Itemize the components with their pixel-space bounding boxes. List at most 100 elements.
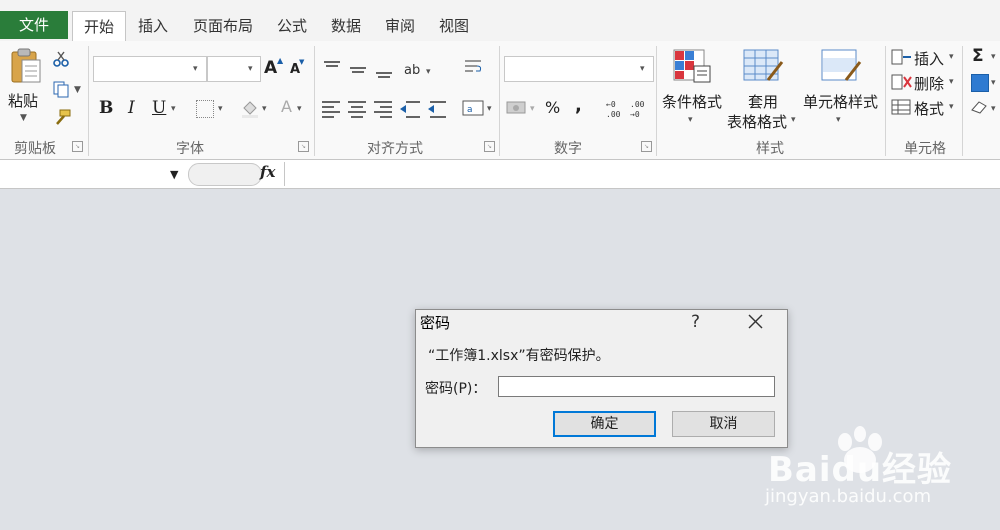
dialog-message: “工作簿1.xlsx”有密码保护。 <box>428 348 610 364</box>
shrink-font-arrow-icon: ▼ <box>299 58 305 66</box>
svg-text:←0: ←0 <box>606 100 616 109</box>
format-cells-button[interactable]: 格式 <box>914 98 944 119</box>
insert-function-button[interactable]: fx <box>260 163 275 181</box>
accounting-format-icon[interactable] <box>506 98 528 118</box>
clipboard-group-label: 剪贴板 <box>14 141 56 157</box>
paste-button[interactable]: 粘贴 <box>8 90 38 111</box>
clear-icon[interactable] <box>970 100 988 114</box>
formula-divider <box>284 162 285 186</box>
format-cells-dropdown-icon[interactable]: ▾ <box>949 102 954 112</box>
svg-text:a: a <box>467 105 473 115</box>
dialog-title: 密码 <box>420 314 451 332</box>
fill-down-icon[interactable] <box>971 74 989 92</box>
cell-styles-icon <box>820 48 862 84</box>
delete-cells-dropdown-icon[interactable]: ▾ <box>949 77 954 87</box>
format-cells-icon[interactable] <box>891 98 913 116</box>
borders-dropdown-icon[interactable]: ▾ <box>218 104 223 114</box>
font-name-dropdown-icon[interactable]: ▾ <box>193 64 198 74</box>
name-box-dropdown-icon[interactable]: ▼ <box>170 168 178 181</box>
cut-icon[interactable] <box>52 50 70 68</box>
autosum-button[interactable]: Σ <box>972 46 984 66</box>
clear-dropdown-icon[interactable]: ▾ <box>991 104 996 114</box>
copy-icon[interactable] <box>52 80 70 98</box>
copy-dropdown-icon[interactable]: ▼ <box>74 85 81 95</box>
font-group-label: 字体 <box>176 141 204 157</box>
fill-dropdown-icon[interactable]: ▾ <box>991 78 996 88</box>
delete-cells-button[interactable]: 删除 <box>914 73 944 94</box>
tab-review[interactable]: 审阅 <box>378 11 422 41</box>
tab-formulas[interactable]: 公式 <box>270 11 314 41</box>
group-separator <box>314 46 315 156</box>
clipboard-launcher-icon[interactable]: ↘ <box>72 141 83 152</box>
autosum-dropdown-icon[interactable]: ▾ <box>991 52 996 62</box>
paste-icon <box>6 46 46 86</box>
delete-cells-icon[interactable] <box>891 73 913 91</box>
paste-dropdown-icon[interactable]: ▼ <box>20 113 27 123</box>
group-separator <box>885 46 886 156</box>
tab-file[interactable]: 文件 <box>0 11 68 39</box>
font-color-dropdown-icon[interactable]: ▾ <box>297 104 302 114</box>
ok-button[interactable]: 确定 <box>553 411 656 437</box>
conditional-format-button[interactable]: 条件格式 <box>662 91 722 112</box>
bold-button[interactable]: B <box>99 98 113 118</box>
insert-cells-icon[interactable] <box>891 48 913 66</box>
baidu-watermark: Baidu经验 jingyan.baidu.com <box>760 420 995 510</box>
group-separator <box>88 46 89 156</box>
insert-cells-dropdown-icon[interactable]: ▾ <box>949 52 954 62</box>
font-launcher-icon[interactable]: ↘ <box>298 141 309 152</box>
svg-text:.00: .00 <box>630 100 645 109</box>
tab-home[interactable]: 开始 <box>72 11 126 42</box>
cell-styles-dropdown-icon[interactable]: ▾ <box>836 115 841 125</box>
group-separator <box>962 46 963 156</box>
accounting-dropdown-icon[interactable]: ▾ <box>530 104 535 114</box>
tab-insert[interactable]: 插入 <box>131 11 175 41</box>
cell-styles-button[interactable]: 单元格样式 <box>803 91 878 112</box>
horizontal-align-icons[interactable] <box>320 98 450 120</box>
styles-group-label: 样式 <box>756 141 784 157</box>
number-format-combo[interactable] <box>504 56 654 82</box>
format-as-table-label-2[interactable]: 表格格式 <box>727 111 787 132</box>
svg-text:→0: →0 <box>630 110 640 119</box>
format-as-table-icon <box>742 48 784 84</box>
fill-color-icon[interactable] <box>240 98 260 118</box>
password-input[interactable] <box>498 376 775 397</box>
alignment-group-label: 对齐方式 <box>367 141 423 157</box>
underline-button[interactable]: U <box>152 98 166 118</box>
close-icon[interactable] <box>742 310 768 334</box>
format-painter-icon[interactable] <box>52 108 72 126</box>
font-size-dropdown-icon[interactable]: ▾ <box>248 64 253 74</box>
comma-button[interactable]: , <box>575 95 582 116</box>
number-format-dropdown-icon[interactable]: ▾ <box>640 64 645 74</box>
fill-color-dropdown-icon[interactable]: ▾ <box>262 104 267 114</box>
font-color-button[interactable]: A <box>281 97 292 116</box>
wrap-text-icon[interactable] <box>462 56 484 78</box>
group-separator <box>499 46 500 156</box>
italic-button[interactable]: I <box>128 98 135 118</box>
tab-view[interactable]: 视图 <box>432 11 476 41</box>
number-group-label: 数字 <box>554 141 582 157</box>
tab-page-layout[interactable]: 页面布局 <box>186 11 260 41</box>
merge-dropdown-icon[interactable]: ▾ <box>487 104 492 114</box>
format-as-table-dropdown-icon[interactable]: ▾ <box>791 115 796 125</box>
grow-font-button[interactable]: A <box>264 58 277 78</box>
svg-text:.00: .00 <box>606 110 621 119</box>
vertical-align-icons[interactable]: ab ▾ <box>320 58 440 80</box>
borders-icon[interactable] <box>196 100 214 118</box>
font-name-combo[interactable] <box>93 56 207 82</box>
underline-dropdown-icon[interactable]: ▾ <box>171 104 176 114</box>
svg-text:ab: ab <box>404 63 420 78</box>
decimal-adjust-icons[interactable]: ←0 .00 .00 →0 <box>604 98 652 120</box>
format-as-table-button[interactable]: 套用 <box>748 91 778 112</box>
name-box[interactable] <box>0 162 186 186</box>
insert-cells-button[interactable]: 插入 <box>914 48 944 69</box>
conditional-format-dropdown-icon[interactable]: ▾ <box>688 115 693 125</box>
percent-button[interactable]: % <box>545 98 560 117</box>
merge-center-icon[interactable]: a <box>462 98 484 118</box>
formula-bar-splitter[interactable] <box>188 163 262 186</box>
formula-input[interactable] <box>286 162 1000 186</box>
alignment-launcher-icon[interactable]: ↘ <box>484 141 495 152</box>
password-label: 密码(P)： <box>425 381 487 397</box>
help-button[interactable]: ? <box>691 312 700 332</box>
tab-data[interactable]: 数据 <box>324 11 368 41</box>
number-launcher-icon[interactable]: ↘ <box>641 141 652 152</box>
